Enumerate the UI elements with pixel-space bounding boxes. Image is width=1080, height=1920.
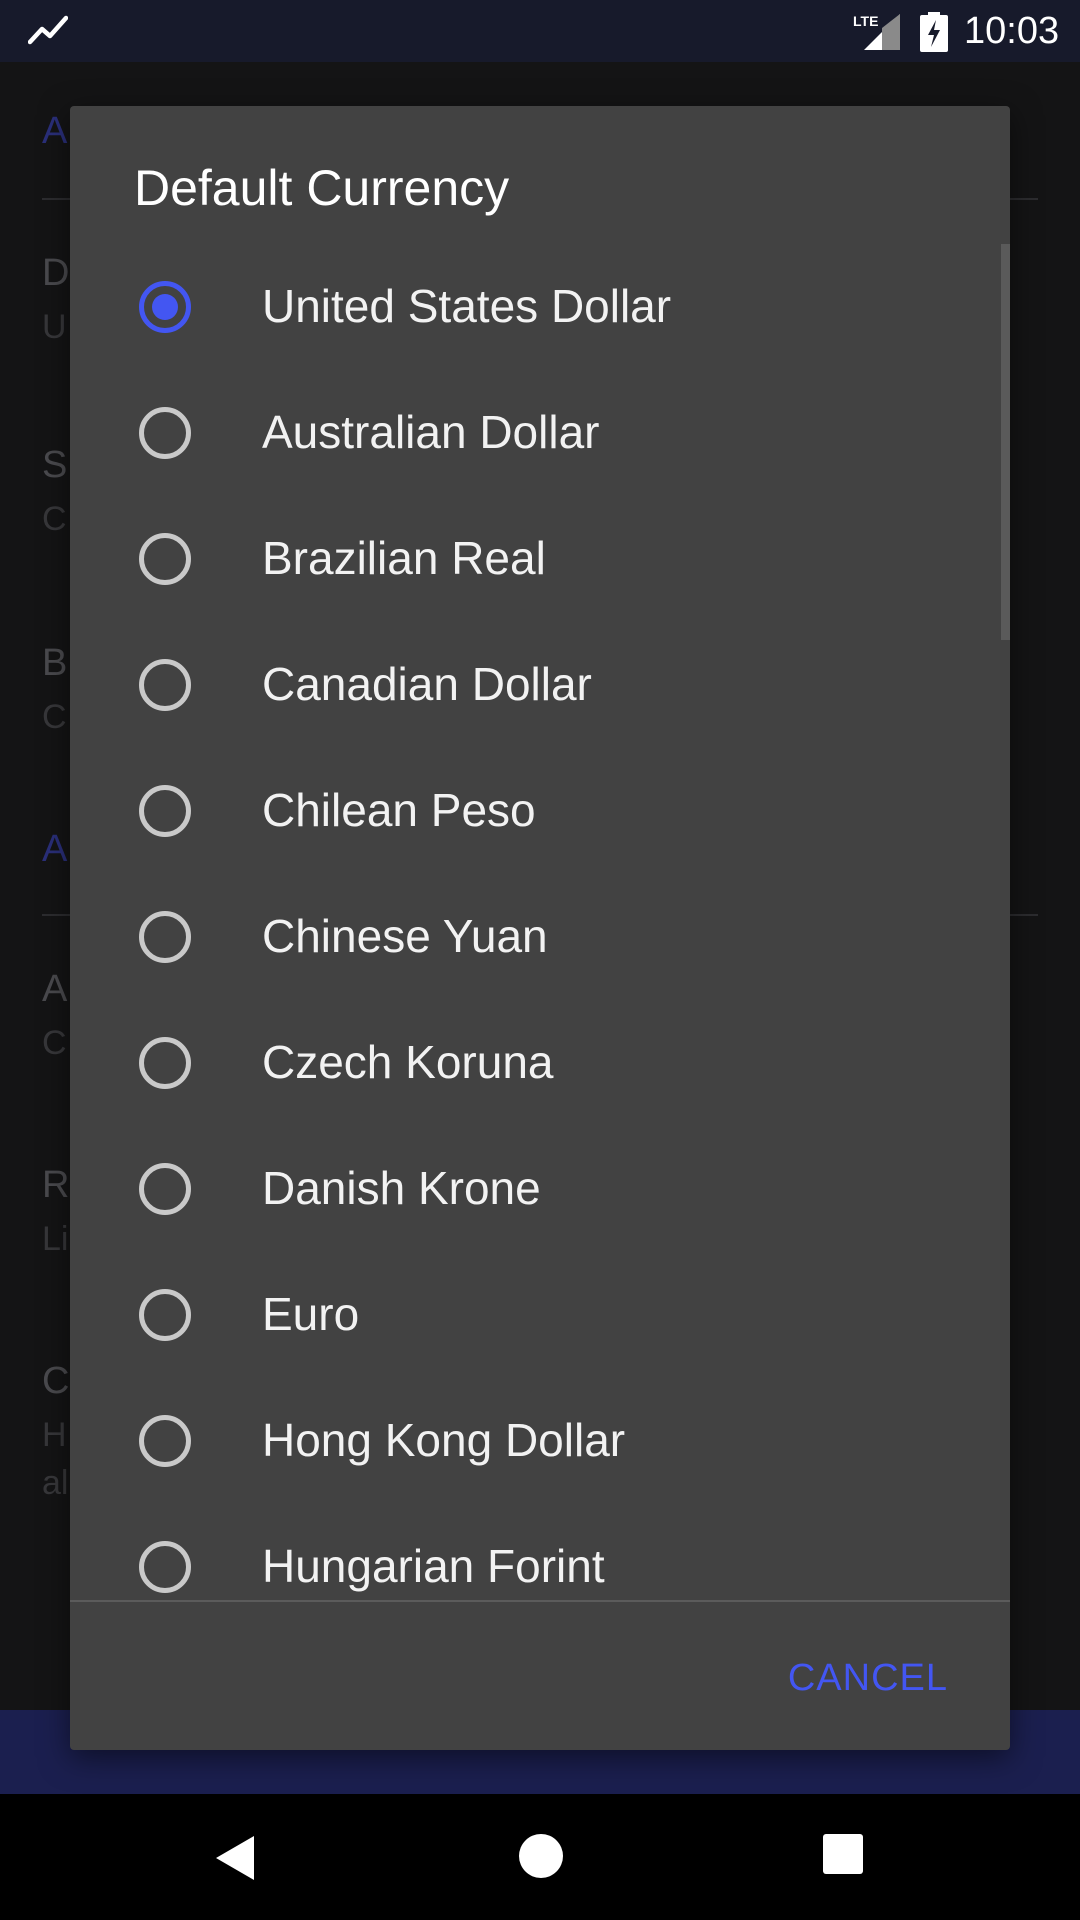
radio-selected-icon[interactable] [139, 281, 191, 333]
currency-options-list[interactable]: United States Dollar Australian Dollar B… [70, 244, 1010, 1600]
bg-fragment: B [42, 642, 68, 684]
radio-unselected-icon[interactable] [139, 911, 191, 963]
currency-option-label: Brazilian Real [262, 532, 546, 584]
currency-option-label: Canadian Dollar [262, 658, 592, 710]
currency-option[interactable]: Czech Koruna [70, 1000, 1002, 1126]
currency-option-label: Hungarian Forint [262, 1540, 605, 1592]
bg-fragment: R [42, 1164, 70, 1206]
back-icon[interactable] [214, 1834, 258, 1882]
status-time: 10:03 [964, 10, 1060, 52]
navigation-bar [0, 1794, 1080, 1920]
currency-option[interactable]: Brazilian Real [70, 496, 1002, 622]
status-bar: LTE 10:03 [0, 0, 1080, 62]
currency-option-label: Hong Kong Dollar [262, 1414, 626, 1466]
bg-fragment: U [42, 308, 67, 346]
currency-option-label: Chilean Peso [262, 784, 536, 836]
radio-unselected-icon[interactable] [139, 407, 191, 459]
trending-icon [28, 15, 68, 45]
bg-fragment: S [42, 444, 68, 486]
bg-fragment: A [42, 110, 68, 152]
bg-fragment: H [42, 1416, 67, 1454]
recents-icon[interactable] [823, 1834, 863, 1874]
currency-option[interactable]: Hungarian Forint [70, 1504, 1002, 1600]
bg-fragment: A [42, 968, 68, 1010]
currency-option[interactable]: Chilean Peso [70, 748, 1002, 874]
scrollbar-thumb[interactable] [1001, 244, 1010, 640]
currency-option[interactable]: Canadian Dollar [70, 622, 1002, 748]
currency-dialog: Default Currency United States Dollar Au… [70, 106, 1010, 1750]
currency-option[interactable]: Danish Krone [70, 1126, 1002, 1252]
bg-fragment: al [42, 1464, 69, 1502]
bg-fragment: A [42, 828, 68, 870]
radio-unselected-icon[interactable] [139, 1415, 191, 1467]
currency-option-label: Danish Krone [262, 1162, 541, 1214]
radio-unselected-icon[interactable] [139, 659, 191, 711]
currency-option-label: Euro [262, 1288, 360, 1340]
bg-fragment: D [42, 252, 70, 294]
currency-option[interactable]: Hong Kong Dollar [70, 1378, 1002, 1504]
radio-unselected-icon[interactable] [139, 533, 191, 585]
home-icon[interactable] [519, 1834, 563, 1878]
currency-option-label: Chinese Yuan [262, 910, 548, 962]
dialog-divider [70, 1600, 1010, 1602]
lte-label: LTE [853, 13, 878, 29]
bg-fragment: C [42, 1024, 67, 1062]
currency-option-label: United States Dollar [262, 280, 672, 332]
dialog-title: Default Currency [134, 160, 510, 216]
cancel-button[interactable]: CANCEL [788, 1654, 948, 1702]
currency-option[interactable]: United States Dollar [70, 244, 1002, 370]
lte-signal-icon: LTE [853, 13, 900, 50]
currency-option[interactable]: Australian Dollar [70, 370, 1002, 496]
bg-fragment: C [42, 1360, 70, 1402]
radio-unselected-icon[interactable] [139, 1289, 191, 1341]
battery-charging-icon [920, 12, 948, 52]
currency-option[interactable]: Chinese Yuan [70, 874, 1002, 1000]
radio-unselected-icon[interactable] [139, 785, 191, 837]
currency-option-label: Australian Dollar [262, 406, 600, 458]
currency-option[interactable]: Euro [70, 1252, 1002, 1378]
bg-fragment: Li [42, 1220, 69, 1258]
radio-unselected-icon[interactable] [139, 1163, 191, 1215]
radio-unselected-icon[interactable] [139, 1037, 191, 1089]
bg-fragment: C [42, 500, 67, 538]
currency-option-label: Czech Koruna [262, 1036, 554, 1088]
radio-unselected-icon[interactable] [139, 1541, 191, 1593]
bg-fragment: C [42, 698, 67, 736]
